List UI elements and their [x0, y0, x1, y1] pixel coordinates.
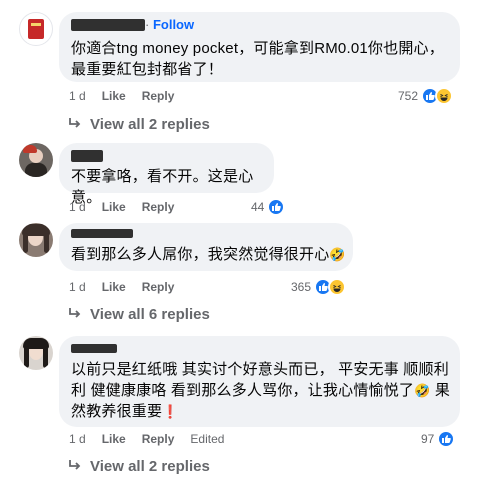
like-button[interactable]: Like	[102, 432, 126, 446]
reply-arrow-icon	[69, 118, 81, 128]
comment-text: 以前只是红纸哦 其实讨个好意头而已， 平安无事 顺顺利	[71, 361, 449, 378]
comment-text-line-2: 利 健健康康咯 看到那么多人骂你，让我心情愉悦了🤣 果	[71, 380, 450, 401]
comment-text-content: 利 健健康康咯 看到那么多人骂你，让我心情愉悦了	[71, 382, 415, 399]
edited-label[interactable]: Edited	[190, 432, 224, 446]
reply-button[interactable]: Reply	[142, 200, 175, 214]
comment-text-line-3: 然教养很重要❗	[71, 401, 179, 422]
follow-button[interactable]: Follow	[153, 17, 194, 32]
comment-bubble: 以前只是红纸哦 其实讨个好意头而已， 平安无事 顺顺利 利 健健康康咯 看到那么…	[59, 336, 460, 427]
rofl-emoji: 🤣	[414, 383, 431, 398]
timestamp[interactable]: 1 d	[69, 280, 86, 294]
timestamp[interactable]: 1 d	[69, 89, 86, 103]
comment-text-content: 看到那么多人屌你，我突然觉得很开心	[71, 246, 330, 263]
avatar[interactable]	[19, 336, 53, 370]
reaction-summary[interactable]: 44	[251, 198, 286, 216]
reply-arrow-icon	[69, 460, 81, 470]
commenter-name[interactable]	[71, 19, 145, 31]
exclamation-emoji: ❗	[162, 404, 179, 419]
like-button[interactable]: Like	[102, 89, 126, 103]
comment-actions: 1 d Like Reply	[69, 199, 190, 215]
comment-bubble: · Follow 你適合tng money pocket，可能拿到RM0.01你…	[59, 12, 460, 82]
rofl-emoji: 🤣	[329, 247, 346, 262]
comment-text-content: 然教养很重要	[71, 403, 163, 420]
reaction-count: 97	[421, 432, 435, 446]
view-replies-link[interactable]: View all 6 replies	[68, 304, 210, 324]
commenter-name[interactable]	[71, 150, 103, 162]
like-reaction-icon	[437, 430, 456, 448]
commenter-name[interactable]	[71, 229, 133, 238]
like-button[interactable]: Like	[102, 200, 126, 214]
comment-bubble: 不要拿咯，看不开。这是心意。	[59, 143, 274, 206]
follow-separator: ·	[145, 17, 153, 32]
comment-text-content-cont: 果	[430, 382, 451, 399]
comment-text: 你適合tng money pocket，可能拿到RM0.01你也開心，	[71, 40, 444, 57]
reply-button[interactable]: Reply	[142, 89, 175, 103]
timestamp[interactable]: 1 d	[69, 432, 86, 446]
view-replies-label: View all 6 replies	[90, 305, 210, 323]
comment-actions: 1 d Like Reply	[69, 88, 190, 104]
haha-reaction-icon	[435, 87, 454, 105]
view-replies-link[interactable]: View all 2 replies	[68, 456, 210, 476]
haha-reaction-icon	[328, 278, 347, 296]
reaction-summary[interactable]: 97	[421, 430, 456, 448]
reaction-count: 365	[291, 280, 312, 294]
reaction-summary[interactable]: 365	[291, 278, 347, 296]
like-reaction-icon	[267, 198, 286, 216]
reply-button[interactable]: Reply	[142, 280, 175, 294]
commenter-name[interactable]	[71, 344, 117, 353]
avatar[interactable]	[19, 143, 53, 177]
avatar[interactable]	[19, 12, 53, 46]
like-button[interactable]: Like	[102, 280, 126, 294]
reply-button[interactable]: Reply	[142, 432, 175, 446]
reaction-summary[interactable]: 752	[398, 87, 454, 105]
avatar[interactable]	[19, 223, 53, 257]
comment-text-line-2: 最重要紅包封都省了！	[71, 61, 224, 78]
view-replies-link[interactable]: View all 2 replies	[68, 114, 210, 134]
comment-bubble: 看到那么多人屌你，我突然觉得很开心🤣	[59, 223, 353, 271]
comment-actions: 1 d Like Reply	[69, 279, 190, 295]
view-replies-label: View all 2 replies	[90, 457, 210, 475]
timestamp[interactable]: 1 d	[69, 200, 86, 214]
comment-actions: 1 d Like Reply Edited	[69, 431, 224, 447]
comment-text: 看到那么多人屌你，我突然觉得很开心🤣	[71, 244, 346, 265]
view-replies-label: View all 2 replies	[90, 115, 210, 133]
reaction-count: 752	[398, 89, 419, 103]
reaction-count: 44	[251, 200, 265, 214]
reply-arrow-icon	[69, 308, 81, 318]
